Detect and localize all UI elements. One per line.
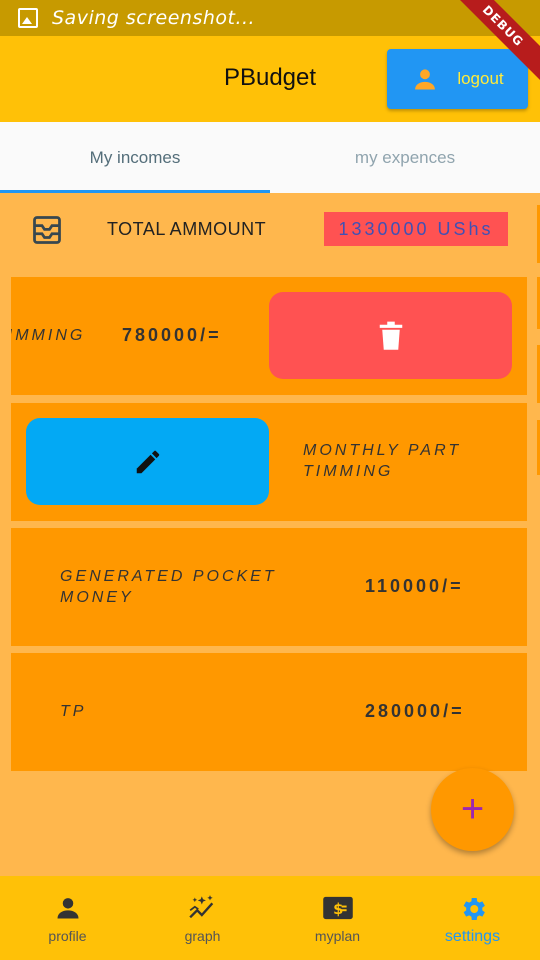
- gear-icon: [463, 898, 485, 920]
- nav-item-settings[interactable]: settings: [405, 876, 540, 960]
- income-name: TP: [60, 703, 87, 720]
- edit-button[interactable]: [26, 418, 269, 505]
- add-income-button[interactable]: +: [431, 768, 514, 851]
- nav-label: graph: [184, 928, 221, 944]
- income-value: 780000/=: [122, 325, 222, 345]
- person-icon: [57, 898, 78, 919]
- nav-item-graph[interactable]: graph: [135, 876, 270, 960]
- status-text: Saving screenshot...: [52, 7, 256, 29]
- logout-button[interactable]: logout: [387, 49, 528, 109]
- total-amount: 1330000 UShs: [324, 212, 508, 246]
- tab-my-expences[interactable]: my expences: [270, 122, 540, 193]
- plus-icon: +: [460, 787, 485, 831]
- delete-button[interactable]: [269, 292, 512, 379]
- status-bar: Saving screenshot...: [0, 0, 540, 36]
- tab-bar: My incomes my expences: [0, 122, 540, 193]
- nav-item-profile[interactable]: profile: [0, 876, 135, 960]
- bottom-nav: profile graph $ myplan settings: [0, 876, 540, 960]
- income-value: 280000/=: [365, 701, 465, 721]
- income-name: MONTHLY PART TIMMING: [303, 442, 462, 480]
- nav-item-myplan[interactable]: $ myplan: [270, 876, 405, 960]
- person-icon: [415, 69, 436, 90]
- income-name: TIMMING: [11, 327, 86, 344]
- tab-my-incomes[interactable]: My incomes: [0, 122, 270, 193]
- nav-label: settings: [444, 928, 501, 945]
- income-name: GENERATED POCKET MONEY: [60, 568, 277, 606]
- income-card[interactable]: GENERATED POCKET MONEY 110000/=: [11, 528, 527, 646]
- graph-icon: [188, 895, 213, 919]
- nav-label: profile: [48, 928, 87, 944]
- income-value: 110000/=: [365, 576, 464, 596]
- inbox-icon: [33, 216, 61, 244]
- total-row: TOTAL AMMOUNT 1330000 UShs: [0, 193, 540, 267]
- money-icon: $: [322, 896, 353, 920]
- trash-icon: [379, 321, 402, 350]
- nav-label: myplan: [314, 928, 361, 944]
- total-label: TOTAL AMMOUNT: [107, 219, 267, 239]
- income-card[interactable]: MONTHLY PART TIMMING: [11, 403, 527, 521]
- screenshot-icon: [18, 8, 38, 28]
- logout-label: logout: [457, 69, 504, 88]
- app-bar: PBudget logout: [0, 36, 540, 122]
- pencil-icon: [136, 450, 159, 473]
- income-card[interactable]: TIMMING 780000/=: [11, 277, 527, 395]
- income-card[interactable]: TP 280000/=: [11, 653, 527, 771]
